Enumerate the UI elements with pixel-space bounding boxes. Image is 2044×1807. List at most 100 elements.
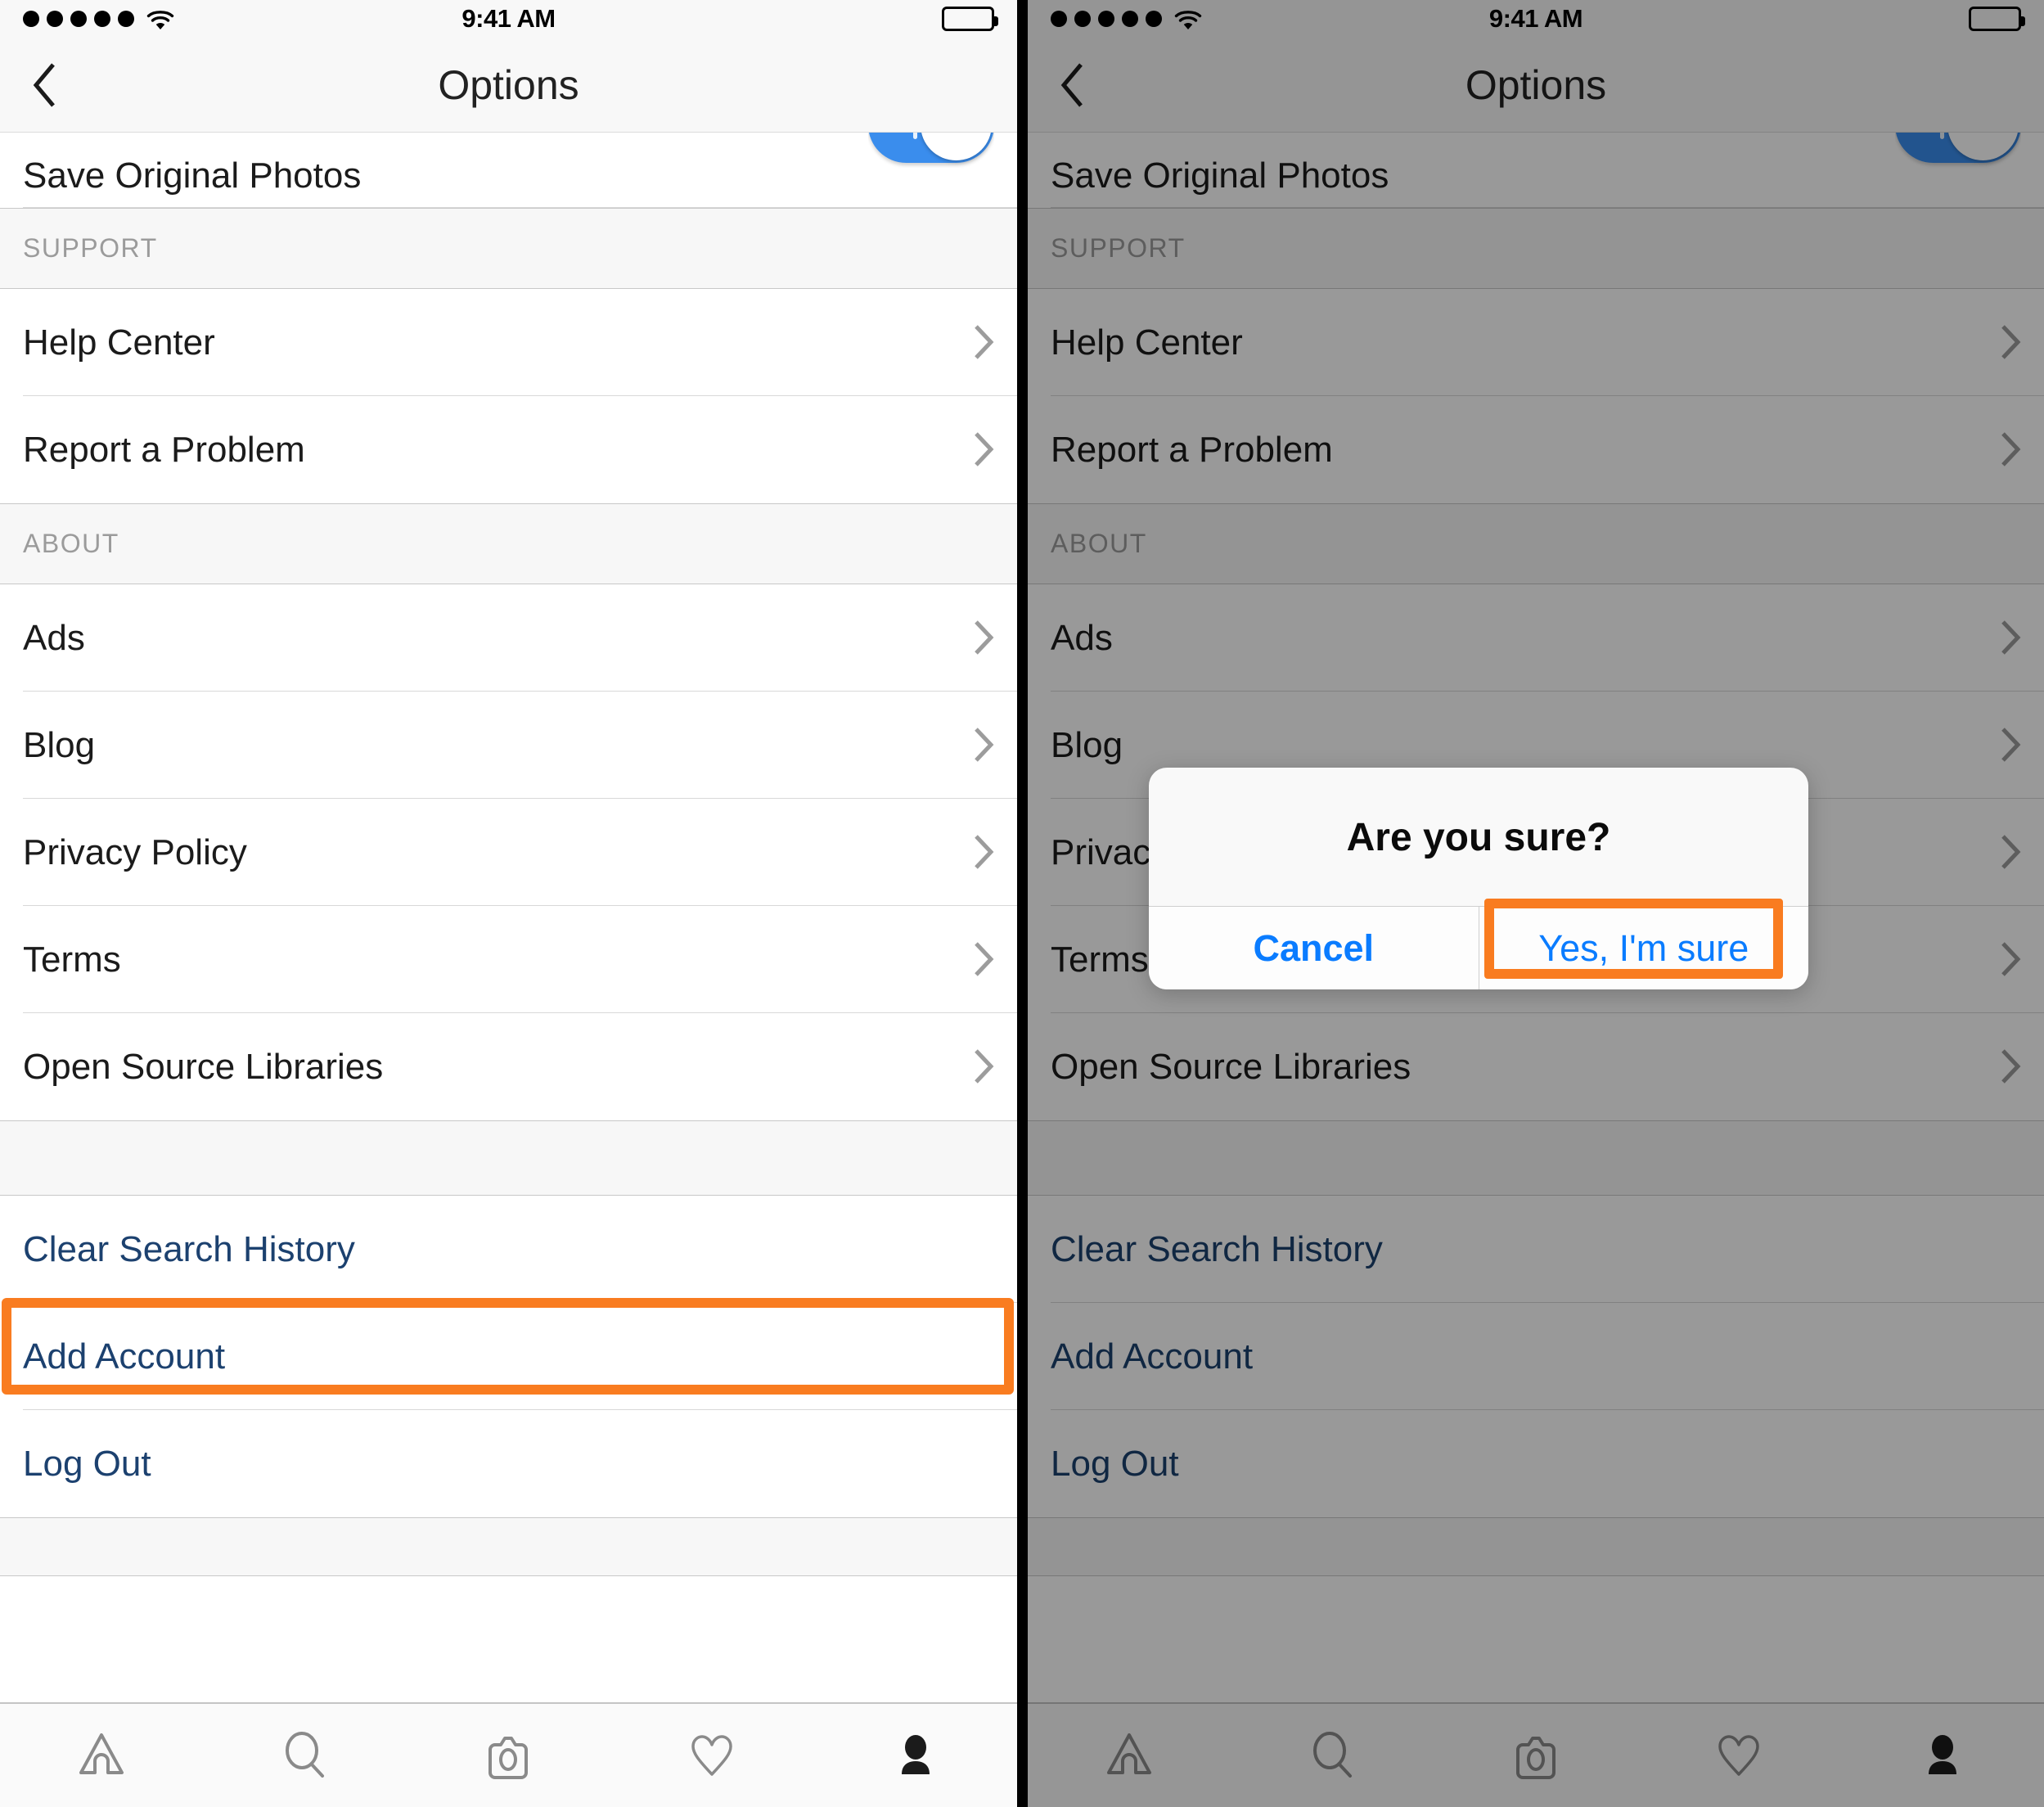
chevron-right-icon [2000, 431, 2021, 467]
row-label: Report a Problem [23, 429, 305, 470]
battery-full-icon [942, 7, 998, 31]
row-help-center[interactable]: Help Center [1028, 289, 2044, 396]
row-ads[interactable]: Ads [0, 584, 1017, 692]
row-label: Report a Problem [1051, 429, 1333, 470]
row-label: Help Center [23, 322, 215, 363]
page-title: Options [1465, 61, 1607, 108]
row-log-out[interactable]: Log Out [1028, 1410, 2044, 1517]
settings-list: Save Original Photos SUPPORT Help Center [0, 121, 1017, 1576]
profile-icon [901, 1735, 930, 1774]
row-label: Clear Search History [1051, 1228, 1383, 1269]
chevron-right-icon [973, 727, 994, 763]
tab-home[interactable] [1028, 1730, 1231, 1781]
chevron-right-icon [2000, 941, 2021, 977]
tab-activity[interactable] [1637, 1730, 1840, 1781]
row-save-original-photos[interactable]: Save Original Photos [0, 121, 1017, 208]
tab-search[interactable] [1231, 1730, 1434, 1781]
row-open-source-libraries[interactable]: Open Source Libraries [0, 1013, 1017, 1120]
row-label: Open Source Libraries [1051, 1046, 1411, 1087]
status-bar: 9:41 AM [0, 0, 1017, 38]
row-open-source-libraries[interactable]: Open Source Libraries [1028, 1013, 2044, 1120]
list-bottom-spacer [0, 1517, 1017, 1576]
search-icon [285, 1732, 324, 1778]
status-bar-time: 9:41 AM [1488, 4, 1583, 33]
row-report-a-problem[interactable]: Report a Problem [0, 396, 1017, 503]
tab-profile[interactable] [1841, 1730, 2044, 1781]
bottom-tab-bar [1028, 1702, 2044, 1807]
status-bar-right [1969, 7, 2025, 31]
row-label: Log Out [1051, 1443, 1179, 1484]
home-icon [79, 1733, 124, 1774]
row-clear-search-history[interactable]: Clear Search History [0, 1196, 1017, 1303]
chevron-right-icon [2000, 620, 2021, 656]
row-label: Ads [23, 617, 85, 658]
chevron-right-icon [973, 620, 994, 656]
phone-screen-right: 9:41 AM Options Save Original Photos SUP… [1028, 0, 2044, 1807]
confirm-button[interactable]: Yes, I'm sure [1478, 907, 1808, 989]
heart-icon [1718, 1735, 1760, 1776]
chevron-right-icon [2000, 324, 2021, 360]
two-panel-screenshot: 9:41 AM Options Save Original Photos SUP… [0, 0, 2044, 1807]
section-header-support: SUPPORT [0, 208, 1017, 289]
chevron-right-icon [973, 1048, 994, 1084]
row-label: Blog [23, 724, 96, 765]
row-terms[interactable]: Terms [0, 906, 1017, 1013]
bottom-tab-bar [0, 1702, 1017, 1807]
tab-camera[interactable] [1434, 1730, 1637, 1781]
row-help-center[interactable]: Help Center [0, 289, 1017, 396]
chevron-right-icon [2000, 834, 2021, 870]
page-title: Options [438, 61, 579, 108]
row-label: Open Source Libraries [23, 1046, 384, 1087]
row-label: Add Account [1051, 1336, 1254, 1377]
battery-full-icon [1969, 7, 2025, 31]
chevron-right-icon [973, 941, 994, 977]
section-header-about: ABOUT [1028, 503, 2044, 584]
tab-search[interactable] [204, 1730, 407, 1781]
row-clear-search-history[interactable]: Clear Search History [1028, 1196, 2044, 1303]
status-bar-right [942, 7, 998, 31]
tab-home[interactable] [0, 1730, 204, 1781]
row-label: Log Out [23, 1443, 151, 1484]
row-save-original-photos[interactable]: Save Original Photos [1028, 121, 2044, 208]
row-report-a-problem[interactable]: Report a Problem [1028, 396, 2044, 503]
heart-icon [691, 1735, 732, 1776]
row-privacy-policy[interactable]: Privacy Policy [0, 799, 1017, 906]
row-label: Terms [23, 939, 121, 980]
section-header-about: ABOUT [0, 503, 1017, 584]
row-label: Add Account [23, 1336, 226, 1377]
chevron-right-icon [2000, 1048, 2021, 1084]
chevron-right-icon [973, 324, 994, 360]
status-bar: 9:41 AM [1028, 0, 2044, 38]
row-label: Blog [1051, 724, 1123, 765]
row-blog[interactable]: Blog [0, 692, 1017, 799]
tab-activity[interactable] [610, 1730, 814, 1781]
row-label: Save Original Photos [1051, 155, 1389, 196]
row-add-account[interactable]: Add Account [1028, 1303, 2044, 1410]
row-label: Save Original Photos [23, 155, 362, 196]
navigation-bar: Options [0, 38, 1017, 133]
chevron-right-icon [973, 834, 994, 870]
camera-icon [488, 1737, 529, 1779]
list-bottom-spacer [1028, 1517, 2044, 1576]
search-icon [1312, 1732, 1352, 1778]
tab-camera[interactable] [407, 1730, 610, 1781]
chevron-right-icon [973, 431, 994, 467]
list-spacer [1028, 1120, 2044, 1196]
dialog-title: Are you sure? [1346, 816, 1611, 859]
row-add-account[interactable]: Add Account [0, 1303, 1017, 1410]
cancel-button[interactable]: Cancel [1149, 907, 1479, 989]
list-spacer [0, 1120, 1017, 1196]
row-log-out[interactable]: Log Out [0, 1410, 1017, 1517]
tab-profile[interactable] [813, 1730, 1017, 1781]
confirmation-dialog: Are you sure? Cancel Yes, I'm sure [1149, 768, 1808, 989]
row-ads[interactable]: Ads [1028, 584, 2044, 692]
row-label: Privacy Policy [23, 831, 247, 872]
camera-icon [1516, 1737, 1556, 1779]
profile-icon [1928, 1735, 1956, 1774]
status-bar-time: 9:41 AM [461, 4, 556, 33]
chevron-right-icon [2000, 727, 2021, 763]
dialog-buttons: Cancel Yes, I'm sure [1149, 906, 1808, 989]
row-label: Help Center [1051, 322, 1243, 363]
navigation-bar: Options [1028, 38, 2044, 133]
phone-screen-left: 9:41 AM Options Save Original Photos SUP… [0, 0, 1017, 1807]
